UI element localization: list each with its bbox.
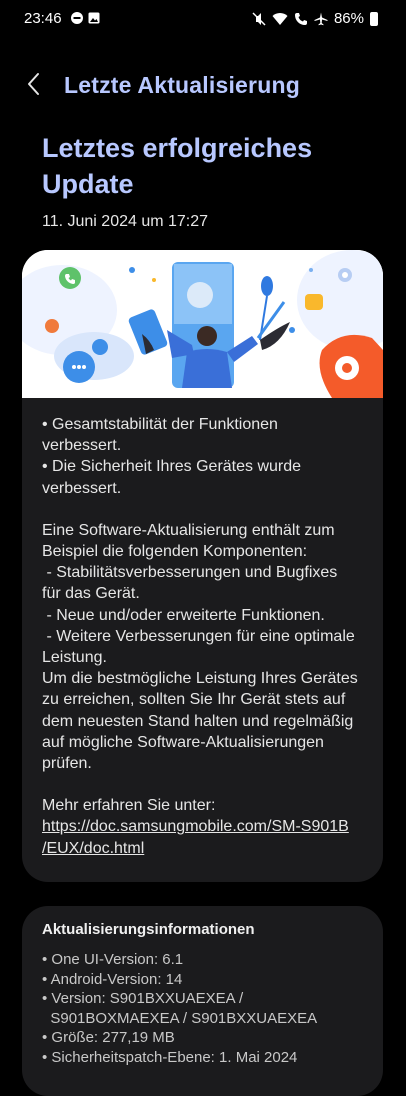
update-heading-line1: Letztes erfolgreiches	[42, 133, 313, 163]
note-line: dem neuesten Stand halten und regelmäßig	[42, 712, 354, 730]
info-card-title: Aktualisierungsinformationen	[42, 921, 255, 938]
info-item: • Android-Version: 14	[42, 970, 183, 988]
note-line: Leistung.	[42, 649, 107, 667]
update-notes: • Gesamtstabilität der Funktionen verbes…	[42, 414, 367, 859]
note-line: • Die Sicherheit Ihres Gerätes wurde	[42, 458, 302, 476]
documentation-link-line1[interactable]: https://doc.samsungmobile.com/SM-S901B	[42, 816, 367, 837]
note-line: prüfen.	[42, 755, 92, 773]
note-line: Eine Software-Aktualisierung enthält zum	[42, 521, 335, 539]
image-icon	[88, 12, 100, 24]
update-heading-line2: Update	[42, 169, 134, 199]
info-item: • Sicherheitspatch-Ebene: 1. Mai 2024	[42, 1048, 298, 1066]
update-details-card: • Gesamtstabilität der Funktionen verbes…	[22, 250, 383, 882]
note-line: zu erreichen, sollten Sie Ihr Gerät stet…	[42, 691, 346, 709]
note-line: verbessert.	[42, 437, 122, 455]
wifi-icon	[272, 12, 288, 25]
note-line: - Weitere Verbesserungen für eine optima…	[42, 627, 355, 645]
note-line: verbessert.	[42, 479, 122, 497]
info-list: • One UI-Version: 6.1 • Android-Version:…	[42, 950, 372, 1067]
documentation-link-line2[interactable]: /EUX/doc.html	[42, 838, 367, 859]
note-line: auf mögliche Software-Aktualisierungen	[42, 733, 324, 751]
more-info-label: Mehr erfahren Sie unter:	[42, 797, 216, 815]
info-item: S901BOXMAEXEA / S901BXXUAEXEA	[42, 1009, 318, 1027]
info-item: • Größe: 277,19 MB	[42, 1029, 175, 1046]
update-heading: Letztes erfolgreiches Update	[42, 130, 362, 202]
note-line: Beispiel die folgenden Komponenten:	[42, 543, 308, 561]
info-item: • One UI-Version: 6.1	[42, 951, 184, 968]
app-header: Letzte Aktualisierung	[0, 62, 406, 108]
wifi-call-icon	[294, 12, 307, 25]
back-chevron-icon[interactable]	[22, 66, 52, 102]
info-item: • Version: S901BXXUAEXEA /	[42, 990, 244, 1007]
status-time: 23:46	[24, 10, 62, 27]
status-right-group: 86%	[252, 10, 378, 27]
status-bar: 23:46 86%	[0, 0, 406, 38]
update-date: 11. Juni 2024 um 17:27	[42, 213, 209, 230]
note-line: Um die bestmögliche Leistung Ihres Gerät…	[42, 670, 358, 688]
battery-percentage: 86%	[333, 10, 364, 27]
page-title: Letzte Aktualisierung	[64, 72, 300, 98]
airplane-mode-icon	[314, 12, 328, 25]
note-line: für das Gerät.	[42, 585, 140, 603]
documentation-link[interactable]: https://doc.samsungmobile.com/SM-S901B /…	[42, 816, 367, 858]
software-update-illustration	[22, 250, 383, 398]
update-info-card: Aktualisierungsinformationen • One UI-Ve…	[22, 906, 383, 1096]
do-not-disturb-icon	[71, 12, 83, 24]
note-line: - Stabilitätsverbesserungen und Bugfixes	[42, 564, 338, 582]
note-line: • Gesamtstabilität der Funktionen	[42, 416, 278, 433]
battery-icon	[370, 11, 378, 26]
mute-icon	[252, 11, 266, 26]
note-line: - Neue und/oder erweiterte Funktionen.	[42, 606, 325, 624]
